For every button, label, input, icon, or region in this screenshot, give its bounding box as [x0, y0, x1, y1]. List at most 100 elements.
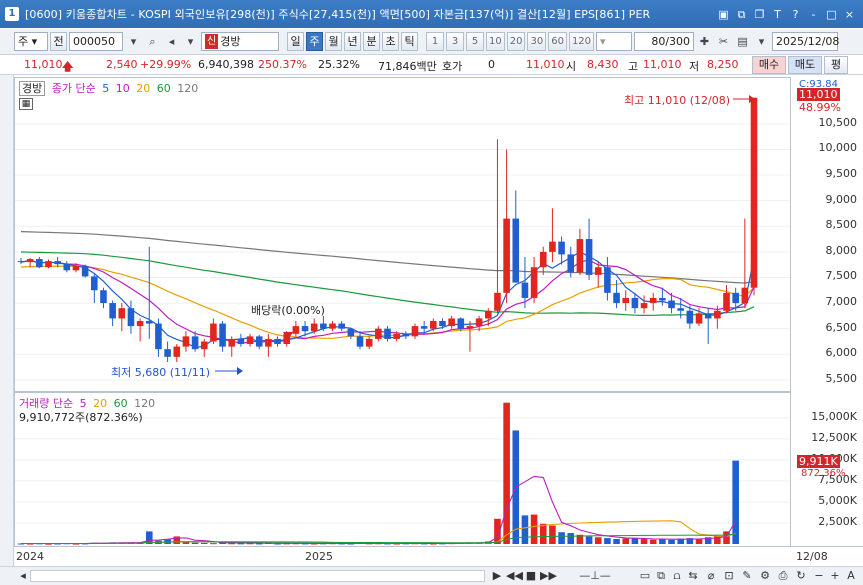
gear-icon[interactable]: ⚙ [758, 569, 772, 583]
search-icon[interactable]: ⌕ [144, 32, 161, 51]
candle-body [475, 318, 483, 327]
sell-button[interactable]: 매도 [788, 56, 822, 74]
custom-interval-select[interactable]: ▾ [596, 32, 633, 51]
indicator-icon[interactable]: ⩍ [670, 569, 684, 583]
timeframe-minute[interactable]: 분 [363, 32, 380, 51]
x-end-label: 12/08 [796, 550, 828, 563]
x-label-2025: 2025 [305, 550, 333, 563]
pen-icon[interactable]: ✎ [740, 569, 754, 583]
lock-icon[interactable]: ⊡ [722, 569, 736, 583]
interval-1[interactable]: 1 [426, 32, 444, 51]
interval-3[interactable]: 3 [446, 32, 464, 51]
interval-20[interactable]: 20 [506, 32, 526, 51]
period-type-select[interactable]: 주 ▾ [14, 32, 48, 51]
candle-body [173, 346, 181, 357]
candle-body [292, 326, 300, 334]
text-size-icon[interactable]: A [844, 569, 858, 583]
stock-name: 경방 [220, 35, 241, 48]
volume-bar [210, 543, 217, 545]
low-label: 저 [689, 60, 700, 73]
grid-toggle-icon[interactable]: ▦ [19, 98, 33, 110]
ma-60-label: 60 [156, 82, 171, 95]
compare-icon[interactable]: ⇆ [686, 569, 700, 583]
volume-bar [539, 523, 547, 544]
copy-window-icon[interactable]: ❐ [752, 7, 767, 22]
zoom-out-icon[interactable]: − [812, 569, 826, 583]
link-icon[interactable]: ▣ [716, 7, 731, 22]
date-input[interactable]: 2025/12/08 [772, 32, 839, 51]
candle-body [714, 310, 721, 319]
maximize-button[interactable]: □ [824, 7, 839, 22]
candle-body [695, 313, 703, 324]
prev-button[interactable]: 전 [50, 32, 67, 51]
interval-30[interactable]: 30 [527, 32, 547, 51]
buy-button[interactable]: 매수 [752, 56, 786, 74]
price-chart-pane[interactable]: 경방 종가 단순 5 10 20 60 120 ▦ 배당락(0.00%) 최저 … [14, 77, 791, 392]
interval-60[interactable]: 60 [548, 32, 567, 51]
crosshair-icon[interactable]: ✚ [696, 32, 713, 51]
volume-bar [521, 515, 529, 544]
minimize-button[interactable]: - [806, 7, 821, 22]
tile-icon[interactable]: ⧉ [734, 7, 749, 22]
zoom-slider[interactable]: —⊥— [560, 569, 630, 583]
timeframe-day[interactable]: 일 [287, 32, 304, 51]
interval-120[interactable]: 120 [568, 32, 595, 51]
low-note: 최저 5,680 (11/11) [111, 366, 211, 379]
refresh-icon[interactable]: ↻ [794, 569, 808, 583]
close-button[interactable]: × [842, 7, 857, 22]
scroll-left-icon[interactable]: ◂ [16, 569, 30, 583]
volume-y-tick-label: 5,000K [818, 493, 857, 507]
stop-icon[interactable]: ■ [524, 569, 538, 583]
save-icon[interactable]: ▤ [734, 32, 751, 51]
avg-button[interactable]: 평 [824, 56, 848, 74]
candle-body [604, 267, 611, 293]
trade-amount: 71,846백만 [378, 60, 437, 73]
horizontal-scrollbar[interactable] [30, 570, 485, 582]
chevron-down-icon[interactable]: ▾ [182, 32, 199, 51]
candle-body [375, 328, 382, 339]
candle-body [54, 261, 61, 265]
timeframe-year[interactable]: 년 [344, 32, 361, 51]
stock-name-tag: 경방 [19, 81, 46, 96]
forward-icon[interactable]: ▶▶ [540, 569, 557, 583]
print-icon[interactable]: ⎙ [776, 569, 790, 583]
help-icon[interactable]: ? [788, 7, 803, 22]
speaker-icon[interactable]: ◂ [163, 32, 180, 51]
chevron-down-icon[interactable]: ▾ [125, 32, 142, 51]
volume-bar [558, 532, 565, 544]
window-title: [0600] 키움종합차트 - KOSPI 외국인보유[298(천)] 주식수[… [25, 8, 651, 21]
volume-bar [200, 542, 208, 544]
stock-name-field[interactable]: 신 경방 [201, 32, 279, 51]
rewind-icon[interactable]: ◀◀ [506, 569, 523, 583]
timeframe-month[interactable]: 월 [325, 32, 342, 51]
price-y-tick-label: 8,000 [825, 243, 858, 257]
candle-body [594, 267, 602, 275]
stock-code-input[interactable]: 000050 [69, 32, 123, 51]
last-volume-tag: 9,911K [797, 455, 840, 468]
price-y-tick-label: 7,000 [825, 295, 858, 309]
tools-icon[interactable]: ✂ [715, 32, 732, 51]
volume-bar [732, 460, 739, 544]
volume-chart-pane[interactable]: 거래량 단순 5 20 60 120 9,910,772주(872.36%) [14, 392, 791, 547]
candle-body [200, 341, 208, 350]
current-price: 11,010 [24, 58, 63, 71]
vol-ma-5-line [21, 475, 737, 545]
timeframe-second[interactable]: 초 [382, 32, 399, 51]
font-icon[interactable]: T [770, 7, 785, 22]
play-icon[interactable]: ▶ [490, 569, 504, 583]
timeframe-week[interactable]: 주 [306, 32, 323, 51]
count-input[interactable]: 80/300 [634, 32, 695, 51]
interval-10[interactable]: 10 [486, 32, 505, 51]
interval-5[interactable]: 5 [466, 32, 484, 51]
ma-10-label: 10 [115, 82, 130, 95]
zoom-in-icon[interactable]: + [828, 569, 842, 583]
layout-icon[interactable]: ⧉ [654, 569, 668, 583]
candle-body [228, 338, 236, 347]
timeframe-tick[interactable]: 틱 [401, 32, 418, 51]
magnet-icon[interactable]: ⌀ [704, 569, 718, 583]
window-icon[interactable]: ▭ [638, 569, 652, 583]
chevron-down-icon[interactable]: ▾ [753, 32, 770, 51]
candle-body [402, 333, 410, 337]
volume-bar [549, 525, 556, 544]
price-y-tick-label: 6,500 [825, 320, 858, 334]
